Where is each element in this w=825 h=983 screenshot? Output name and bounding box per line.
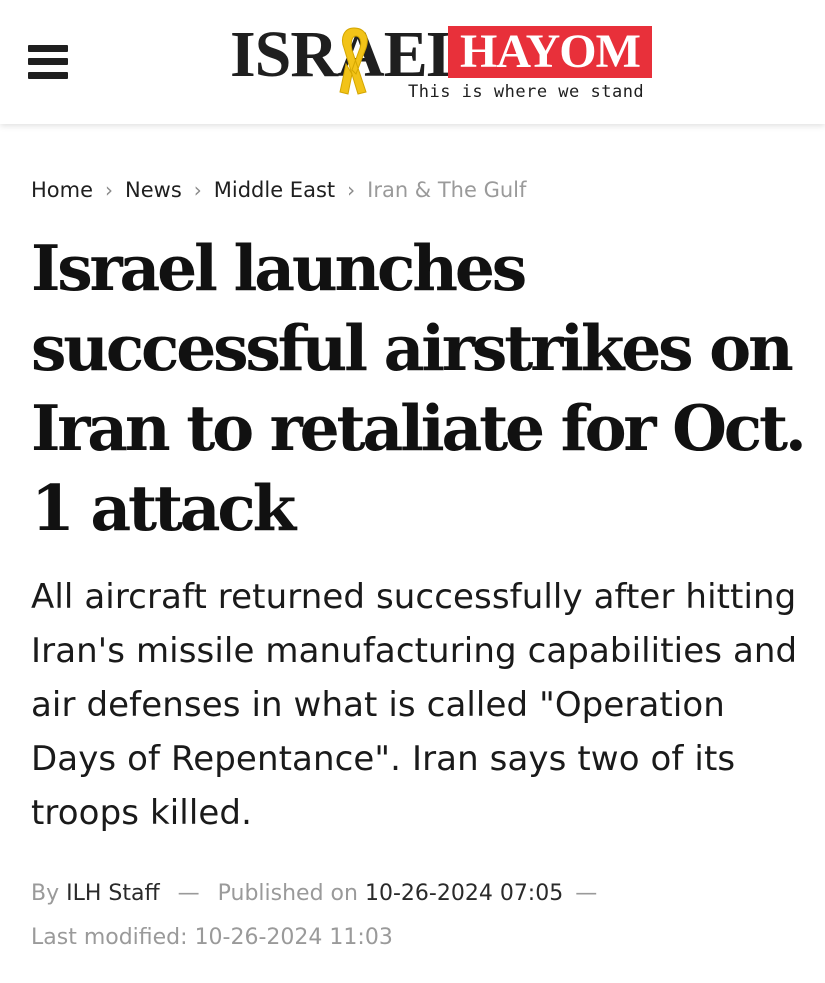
menu-bar (28, 58, 68, 65)
breadcrumb-middle-east[interactable]: Middle East (214, 178, 335, 202)
breadcrumb: Home › News › Middle East › Iran & The Gulf (31, 176, 526, 204)
byline-author[interactable]: ILH Staff (66, 881, 160, 906)
byline-dash: — (177, 881, 200, 906)
byline-line: By ILH Staff — Published on 10-26-2024 07:… (31, 872, 811, 916)
byline-dash-2: — (575, 881, 598, 906)
breadcrumb-current: Iran & The Gulf (367, 178, 527, 202)
modified-line: Last modified: 10-26-2024 11:03 (31, 916, 811, 960)
breadcrumb-home[interactable]: Home (31, 178, 93, 202)
logo-tagline: This is where we stand (408, 82, 645, 102)
logo-hayom-box: HAYOM (448, 26, 652, 78)
article-subtitle: All aircraft returned successfully after… (31, 577, 798, 833)
menu-bar (28, 72, 68, 79)
menu-bar (28, 45, 68, 52)
site-logo[interactable]: ISRAEL HAYOM This is where we stand (230, 22, 660, 108)
modified-date: 10-26-2024 11:03 (194, 925, 393, 950)
byline-by-label: By (31, 881, 60, 906)
chevron-right-icon: › (193, 178, 202, 202)
article-title: Israel launches successful airstrikes on… (31, 231, 807, 545)
site-header: ISRAEL HAYOM This is where we stand (0, 0, 825, 124)
published-date: 10-26-2024 07:05 (364, 881, 564, 906)
hamburger-menu-icon[interactable] (28, 45, 68, 79)
article-meta: By ILH Staff — Published on 10-26-2024 07:… (31, 872, 811, 960)
modified-label: Last modified: (31, 925, 188, 950)
chevron-right-icon: › (347, 178, 356, 202)
yellow-ribbon-icon (339, 27, 368, 95)
published-label: Published on (217, 881, 358, 906)
logo-hayom-text: HAYOM (460, 25, 641, 78)
chevron-right-icon: › (105, 178, 114, 202)
breadcrumb-news[interactable]: News (125, 178, 182, 202)
